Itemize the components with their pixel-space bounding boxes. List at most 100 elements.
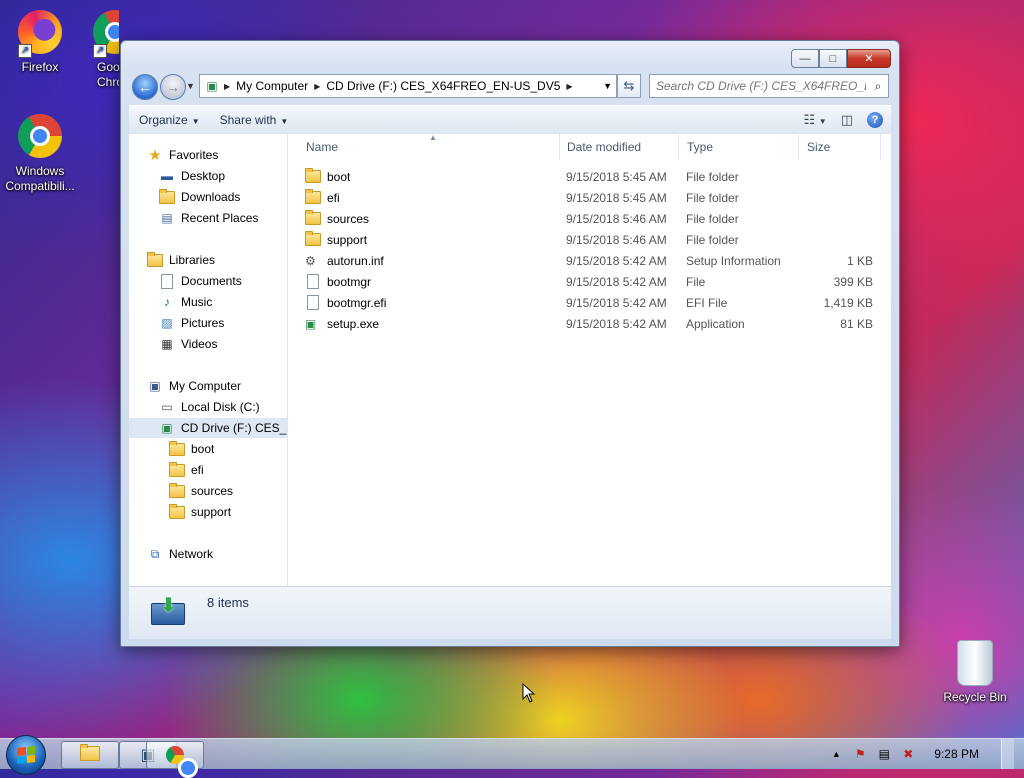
nav-item-my-computer[interactable]: ▣ My Computer bbox=[147, 376, 241, 396]
file-date: 9/15/2018 5:45 AM bbox=[566, 169, 667, 184]
column-header-name[interactable]: Name bbox=[298, 134, 560, 160]
folder-icon bbox=[169, 461, 185, 478]
nav-item-libraries[interactable]: Libraries bbox=[147, 250, 215, 270]
column-header-size[interactable]: Size bbox=[799, 134, 881, 160]
nav-label: Downloads bbox=[181, 190, 241, 204]
file-name: sources bbox=[327, 211, 370, 226]
taskbar-chrome-button[interactable] bbox=[146, 741, 204, 778]
nav-item-downloads[interactable]: Downloads bbox=[159, 187, 240, 207]
file-row[interactable]: ⚙ autorun.inf 9/15/2018 5:42 AM Setup In… bbox=[288, 250, 891, 271]
nav-label: efi bbox=[191, 463, 204, 477]
folder-icon bbox=[305, 166, 321, 187]
nav-item-support[interactable]: support bbox=[169, 502, 231, 522]
clock[interactable]: 9:28 PM bbox=[934, 747, 979, 761]
nav-item-music[interactable]: ♪ Music bbox=[159, 292, 212, 312]
taskbar-explorer-button[interactable] bbox=[61, 741, 119, 769]
close-button[interactable]: ✕ bbox=[847, 49, 891, 68]
search-icon[interactable]: ⌕ bbox=[868, 79, 888, 94]
breadcrumb-my-computer[interactable]: My Computer bbox=[236, 79, 308, 93]
column-header-type[interactable]: Type bbox=[679, 134, 799, 160]
preview-pane-icon[interactable]: ◫ bbox=[841, 112, 853, 128]
search-box[interactable]: ⌕ bbox=[649, 74, 889, 98]
column-header-date-modified[interactable]: Date modified bbox=[559, 134, 679, 160]
change-view-icon[interactable]: ☷ ▼ bbox=[804, 112, 827, 128]
nav-label: Desktop bbox=[181, 169, 226, 183]
nav-item-favorites[interactable]: ★ Favorites bbox=[147, 145, 218, 165]
file-name: support bbox=[327, 232, 368, 247]
maximize-button[interactable]: □ bbox=[819, 49, 847, 68]
nav-item-documents[interactable]: Documents bbox=[159, 271, 242, 291]
breadcrumb-separator-icon[interactable]: ▶ bbox=[314, 82, 320, 91]
desktop-icon-firefox[interactable]: ↗ Firefox bbox=[0, 8, 80, 75]
show-hidden-icons-icon[interactable]: ▲ bbox=[828, 746, 844, 762]
share-with-button[interactable]: Share with ▼ bbox=[210, 113, 299, 127]
file-row[interactable]: ▣ setup.exe 9/15/2018 5:42 AM Applicatio… bbox=[288, 313, 891, 334]
folder-icon bbox=[305, 208, 321, 229]
minimize-button[interactable]: — bbox=[791, 49, 819, 68]
firefox-icon: ↗ bbox=[16, 10, 64, 58]
nav-item-network[interactable]: ⧉ Network bbox=[147, 544, 213, 564]
windows-logo-icon bbox=[17, 746, 35, 764]
videos-icon: ▦ bbox=[161, 337, 173, 351]
refresh-button[interactable]: ⇆ bbox=[617, 74, 641, 98]
forward-button[interactable]: → bbox=[160, 74, 186, 100]
mouse-cursor-icon bbox=[522, 683, 536, 703]
organize-button[interactable]: Organize ▼ bbox=[129, 113, 210, 127]
volume-muted-icon[interactable]: ✖ bbox=[900, 746, 916, 762]
nav-label: Music bbox=[181, 295, 213, 309]
file-row[interactable]: efi 9/15/2018 5:45 AM File folder bbox=[288, 187, 891, 208]
folder-icon bbox=[169, 503, 185, 520]
explorer-window[interactable]: — □ ✕ ← → ▼ ▣ ▶ My Computer ▶ CD Drive (… bbox=[120, 40, 900, 647]
nav-label: Recent Places bbox=[181, 211, 259, 225]
breadcrumb-cd-drive[interactable]: CD Drive (F:) CES_X64FREO_EN-US_DV5 bbox=[326, 79, 560, 93]
file-row[interactable]: boot 9/15/2018 5:45 AM File folder bbox=[288, 166, 891, 187]
nav-label: boot bbox=[191, 442, 215, 456]
nav-item-local-disk[interactable]: ▭ Local Disk (C:) bbox=[159, 397, 259, 417]
file-date: 9/15/2018 5:42 AM bbox=[566, 316, 667, 331]
file-name: efi bbox=[327, 190, 340, 205]
breadcrumb-separator-icon[interactable]: ▶ bbox=[566, 82, 572, 91]
address-dropdown-icon[interactable]: ▼ bbox=[603, 81, 612, 91]
help-icon[interactable]: ? bbox=[867, 112, 883, 128]
recent-pages-dropdown[interactable]: ▼ bbox=[186, 81, 195, 91]
desktop-icon-chrome[interactable]: ↗ Goo Chro bbox=[77, 8, 119, 90]
nav-item-videos[interactable]: ▦ Videos bbox=[159, 334, 217, 354]
cd-drive-icon: ⬇ bbox=[151, 593, 185, 625]
nav-label: My Computer bbox=[169, 379, 242, 393]
file-list[interactable]: ▲ Name Date modified Type Size boot 9/15… bbox=[288, 133, 891, 586]
action-center-flag-icon[interactable]: ⚑ bbox=[852, 746, 868, 762]
nav-item-desktop[interactable]: ▬ Desktop bbox=[159, 166, 225, 186]
desktop-icon-recycle-bin[interactable]: Recycle Bin bbox=[935, 638, 1015, 705]
organize-label: Organize bbox=[139, 113, 188, 127]
file-size: 1,419 KB bbox=[823, 295, 873, 310]
search-input[interactable] bbox=[650, 78, 868, 94]
recycle-bin-icon bbox=[951, 640, 999, 688]
file-name: boot bbox=[327, 169, 351, 184]
computer-icon: ▣ bbox=[149, 379, 161, 393]
view-controls: ☷ ▼ ◫ ? bbox=[804, 112, 892, 128]
show-desktop-button[interactable] bbox=[1001, 739, 1014, 769]
file-date: 9/15/2018 5:42 AM bbox=[566, 295, 667, 310]
address-bar[interactable]: ▣ ▶ My Computer ▶ CD Drive (F:) CES_X64F… bbox=[199, 74, 617, 98]
nav-label: sources bbox=[191, 484, 234, 498]
start-button[interactable] bbox=[6, 735, 46, 775]
nav-item-cd-drive[interactable]: ▣ CD Drive (F:) CES_X6 bbox=[129, 418, 287, 438]
breadcrumb-separator-icon[interactable]: ▶ bbox=[224, 82, 230, 91]
network-status-icon[interactable]: ▤ bbox=[876, 746, 892, 762]
nav-item-efi[interactable]: efi bbox=[169, 460, 204, 480]
refresh-icon: ⇆ bbox=[623, 78, 635, 93]
desktop-icon-windows-compatibility[interactable]: Windows Compatibili... bbox=[0, 112, 80, 194]
file-size: 399 KB bbox=[833, 274, 873, 289]
back-button[interactable]: ← bbox=[132, 74, 158, 100]
file-row[interactable]: sources 9/15/2018 5:46 AM File folder bbox=[288, 208, 891, 229]
file-row[interactable]: support 9/15/2018 5:46 AM File folder bbox=[288, 229, 891, 250]
nav-item-recent-places[interactable]: ▤ Recent Places bbox=[159, 208, 258, 228]
file-row[interactable]: bootmgr.efi 9/15/2018 5:42 AM EFI File 1… bbox=[288, 292, 891, 313]
documents-icon bbox=[159, 273, 175, 289]
file-row[interactable]: bootmgr 9/15/2018 5:42 AM File 399 KB bbox=[288, 271, 891, 292]
nav-item-pictures[interactable]: ▨ Pictures bbox=[159, 313, 224, 333]
nav-item-boot[interactable]: boot bbox=[169, 439, 214, 459]
navigation-pane[interactable]: ★ Favorites ▬ Desktop Downloads ▤ Recent Pl… bbox=[129, 134, 288, 586]
nav-item-sources[interactable]: sources bbox=[169, 481, 233, 501]
cd-drive-icon: ▣ bbox=[206, 79, 218, 93]
